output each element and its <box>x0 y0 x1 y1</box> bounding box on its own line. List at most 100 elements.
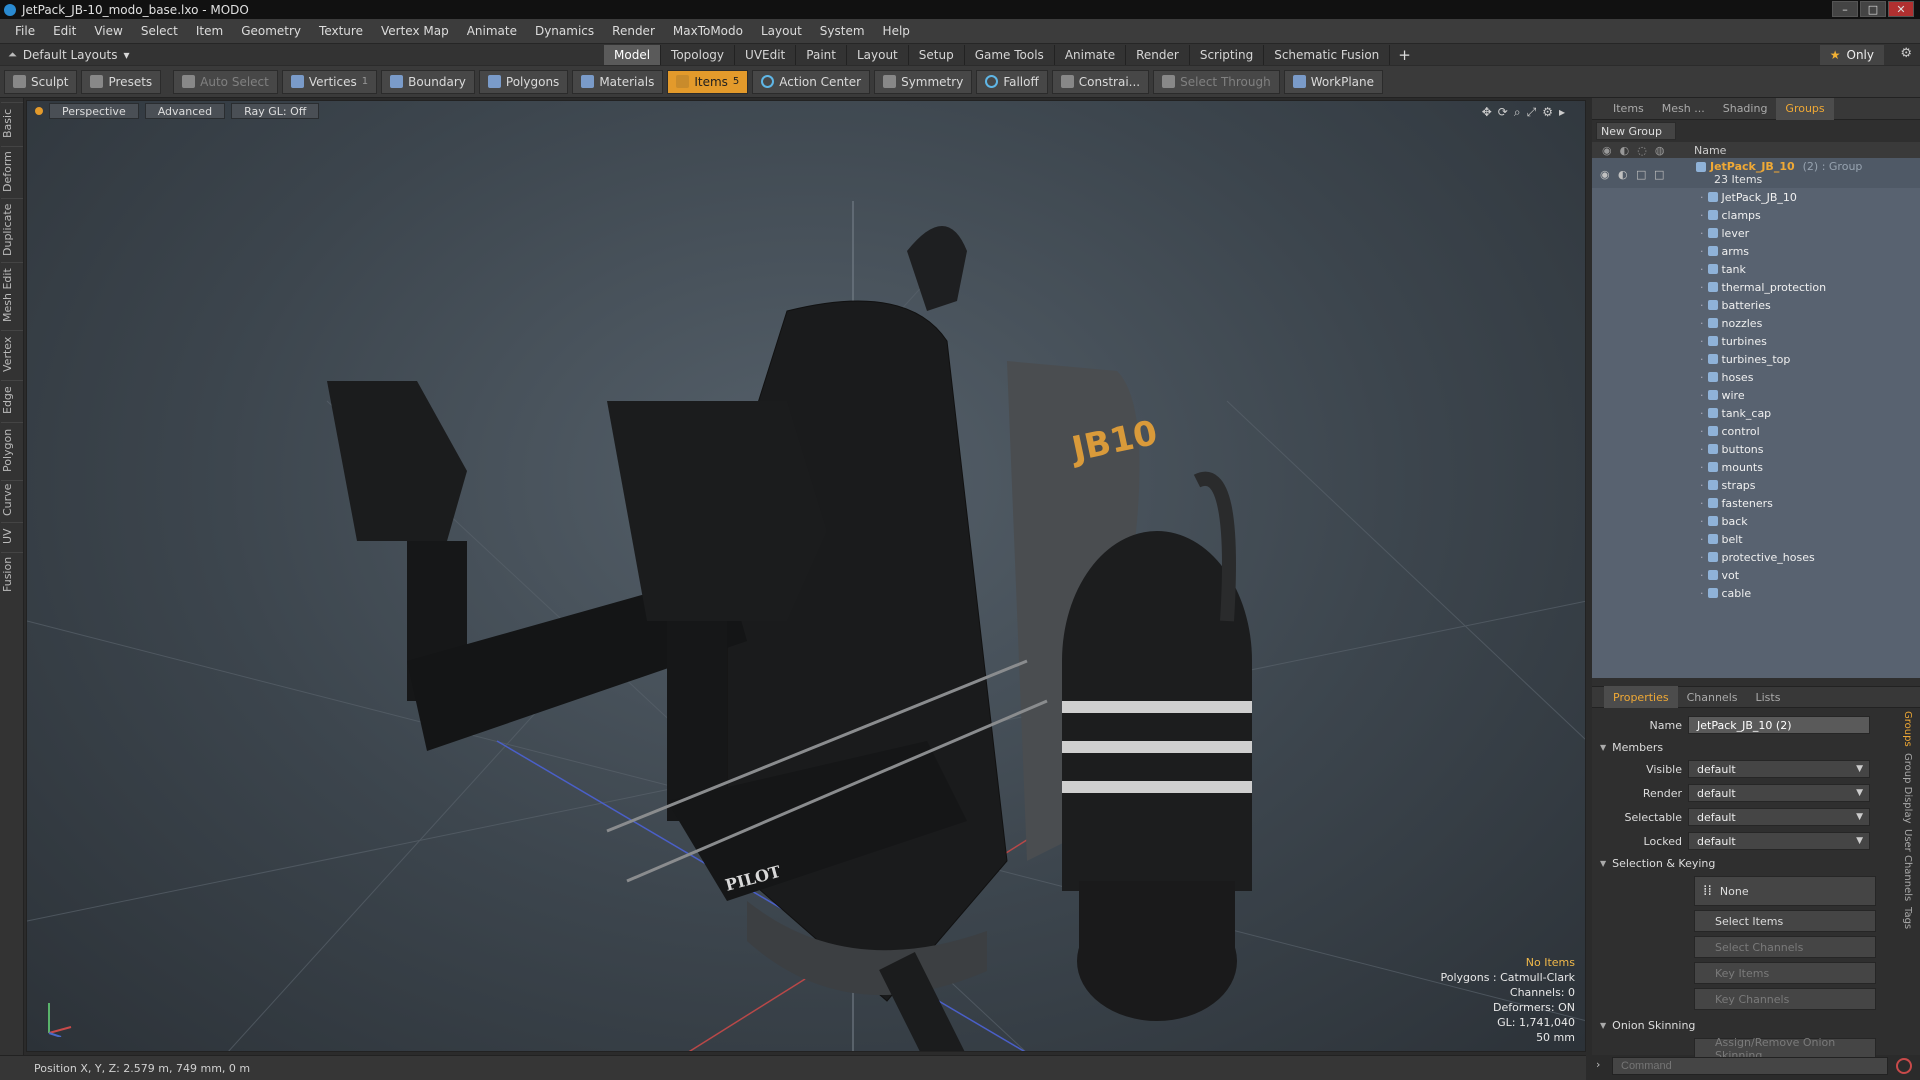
menu-item-dynamics[interactable]: Dynamics <box>526 24 603 38</box>
menu-item-view[interactable]: View <box>85 24 131 38</box>
constraints-button[interactable]: Constrai... <box>1051 69 1150 94</box>
menu-item-edit[interactable]: Edit <box>44 24 85 38</box>
group-member-row[interactable]: · hoses <box>1592 368 1920 386</box>
tab-game-tools[interactable]: Game Tools <box>965 44 1055 65</box>
menu-item-layout[interactable]: Layout <box>752 24 811 38</box>
locked-dropdown[interactable]: default ▼ <box>1688 832 1870 850</box>
group-member-row[interactable]: · protective_hoses <box>1592 548 1920 566</box>
zoom-view-icon[interactable]: ⌕ <box>1514 105 1521 120</box>
raygl-button[interactable]: Ray GL: Off <box>231 103 320 119</box>
left-tab-uv[interactable]: UV <box>1 522 23 550</box>
left-tab-vertex[interactable]: Vertex <box>1 330 23 378</box>
menu-item-animate[interactable]: Animate <box>458 24 526 38</box>
tab-model[interactable]: Model <box>604 44 662 65</box>
panel-tab-shading[interactable]: Shading <box>1714 98 1777 120</box>
auto-select-button[interactable]: Auto Select <box>173 69 278 94</box>
none-button[interactable]: ⁞⁞ None <box>1694 876 1876 906</box>
group-member-row[interactable]: · arms <box>1592 242 1920 260</box>
select-items-button[interactable]: Select Items <box>1694 910 1876 932</box>
group-member-row[interactable]: · mounts <box>1592 458 1920 476</box>
group-member-row[interactable]: · fasteners <box>1592 494 1920 512</box>
group-member-row[interactable]: · belt <box>1592 530 1920 548</box>
group-member-row[interactable]: · wire <box>1592 386 1920 404</box>
group-member-row[interactable]: · nozzles <box>1592 314 1920 332</box>
panel-tab-items[interactable]: Items <box>1604 98 1653 120</box>
visibility-toggle-icon[interactable]: ◉ <box>1600 168 1610 181</box>
left-tab-fusion[interactable]: Fusion <box>1 552 23 596</box>
group-member-row[interactable]: · clamps <box>1592 206 1920 224</box>
select-channels-button[interactable]: Select Channels <box>1694 936 1876 958</box>
menu-item-geometry[interactable]: Geometry <box>232 24 310 38</box>
side-tab-tags[interactable]: Tags <box>1902 904 1913 932</box>
menu-item-vertex-map[interactable]: Vertex Map <box>372 24 458 38</box>
key-channels-button[interactable]: Key Channels <box>1694 988 1876 1010</box>
gear-icon[interactable]: ⚙ <box>1900 46 1912 61</box>
group-member-row[interactable]: · lever <box>1592 224 1920 242</box>
key-items-button[interactable]: Key Items <box>1694 962 1876 984</box>
tab-uvedit[interactable]: UVEdit <box>735 44 797 65</box>
select-toggle-icon[interactable]: □ <box>1636 168 1646 181</box>
render-toggle-icon[interactable]: ◐ <box>1618 168 1628 181</box>
group-member-row[interactable]: · buttons <box>1592 440 1920 458</box>
group-member-row[interactable]: · thermal_protection <box>1592 278 1920 296</box>
tab-paint[interactable]: Paint <box>796 44 847 65</box>
group-member-row[interactable]: · batteries <box>1592 296 1920 314</box>
group-member-row[interactable]: · control <box>1592 422 1920 440</box>
falloff-button[interactable]: Falloff <box>976 69 1048 94</box>
group-member-row[interactable]: · tank_cap <box>1592 404 1920 422</box>
tab-animate[interactable]: Animate <box>1055 44 1127 65</box>
side-tab-groups[interactable]: Groups <box>1902 708 1913 750</box>
name-field[interactable]: JetPack_JB_10 (2) <box>1688 716 1870 734</box>
presets-button[interactable]: Presets <box>81 69 162 94</box>
symmetry-button[interactable]: Symmetry <box>874 69 973 94</box>
maximize-button[interactable]: □ <box>1860 1 1886 17</box>
workplane-button[interactable]: WorkPlane <box>1283 69 1384 94</box>
lock-toggle-icon[interactable]: □ <box>1654 168 1664 181</box>
left-tab-mesh-edit[interactable]: Mesh Edit <box>1 262 23 328</box>
menu-item-maxtomodo[interactable]: MaxToModo <box>664 24 752 38</box>
viewport-menu-icon[interactable] <box>35 107 43 115</box>
left-tab-duplicate[interactable]: Duplicate <box>1 198 23 260</box>
layouts-dropdown[interactable]: ⏶ Default Layouts ▾ <box>0 48 600 62</box>
tab-layout[interactable]: Layout <box>847 44 909 65</box>
rotate-view-icon[interactable]: ⟳ <box>1498 105 1508 120</box>
tab-render[interactable]: Render <box>1126 44 1190 65</box>
group-row[interactable]: ◉ ◐ □ □ JetPack_JB_10 (2) : Group 23 Items <box>1592 158 1920 188</box>
menu-item-item[interactable]: Item <box>187 24 232 38</box>
properties-tab-properties[interactable]: Properties <box>1604 686 1678 708</box>
viewport-expand-icon[interactable]: ▸ <box>1559 105 1565 120</box>
only-toggle[interactable]: ★ Only <box>1819 45 1884 65</box>
menu-item-help[interactable]: Help <box>874 24 919 38</box>
left-tab-deform[interactable]: Deform <box>1 146 23 196</box>
left-tab-polygon[interactable]: Polygon <box>1 422 23 478</box>
selectable-dropdown[interactable]: default ▼ <box>1688 808 1870 826</box>
sculpt-button[interactable]: Sculpt <box>4 69 78 94</box>
close-button[interactable]: ✕ <box>1888 1 1914 17</box>
properties-tab-lists[interactable]: Lists <box>1747 686 1790 708</box>
action-center-button[interactable]: Action Center <box>752 69 871 94</box>
left-tab-basic[interactable]: Basic <box>1 102 23 144</box>
menu-item-texture[interactable]: Texture <box>310 24 372 38</box>
shading-button[interactable]: Advanced <box>144 103 226 119</box>
members-section[interactable]: ▼ Members <box>1592 738 1920 756</box>
tab-topology[interactable]: Topology <box>661 44 736 65</box>
onion-skinning-section[interactable]: ▼ Onion Skinning <box>1592 1016 1920 1034</box>
menu-item-select[interactable]: Select <box>132 24 187 38</box>
menu-item-render[interactable]: Render <box>603 24 664 38</box>
add-tab-icon[interactable]: + <box>1398 46 1411 64</box>
properties-tab-channels[interactable]: Channels <box>1678 686 1747 708</box>
vertices-button[interactable]: Vertices 1 <box>281 69 378 94</box>
fit-view-icon[interactable]: ⤢ <box>1527 105 1537 120</box>
side-tab-user-channels[interactable]: User Channels <box>1902 826 1913 904</box>
materials-button[interactable]: Materials <box>572 69 664 94</box>
view-mode-button[interactable]: Perspective <box>49 103 139 119</box>
polygons-button[interactable]: Polygons <box>478 69 569 94</box>
side-tab-group-display[interactable]: Group Display <box>1902 750 1913 826</box>
minimize-button[interactable]: – <box>1832 1 1858 17</box>
command-stop-icon[interactable] <box>1896 1058 1912 1074</box>
group-member-row[interactable]: · straps <box>1592 476 1920 494</box>
left-tab-edge[interactable]: Edge <box>1 380 23 420</box>
visible-dropdown[interactable]: default ▼ <box>1688 760 1870 778</box>
group-member-row[interactable]: · turbines_top <box>1592 350 1920 368</box>
group-member-row[interactable]: · JetPack_JB_10 <box>1592 188 1920 206</box>
